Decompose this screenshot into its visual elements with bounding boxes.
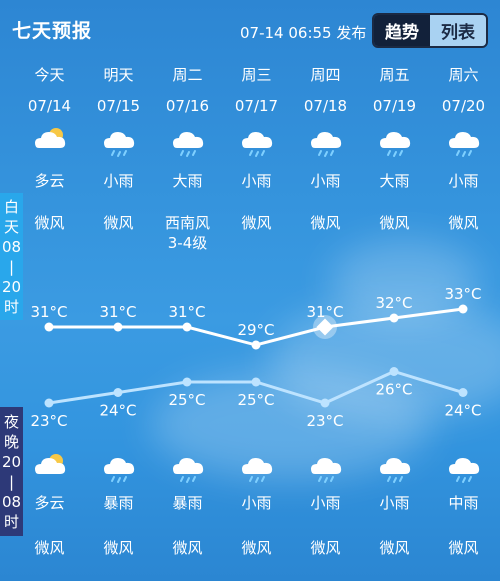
partly-cloudy-sun-icon (15, 450, 84, 484)
tab-list[interactable]: 列表 (430, 15, 486, 46)
day-date: 07/15 (96, 97, 141, 115)
low-temp-label: 23°C (30, 412, 67, 430)
day-weather-text: 大雨 (379, 172, 410, 190)
day-wind-level-text (291, 232, 360, 253)
day-weather-text: 大雨 (172, 172, 203, 190)
day-wind-text: 微风 (103, 214, 134, 232)
night-weather-text: 多云 (34, 494, 65, 512)
night-wind-text: 微风 (448, 539, 479, 557)
night-weather-text: 小雨 (379, 494, 410, 512)
rain-cloud-icon (222, 124, 291, 158)
day-weekday: 周五 (379, 66, 410, 84)
tab-trend[interactable]: 趋势 (374, 15, 430, 46)
day-wind-level-text (429, 232, 498, 253)
day-weekday: 明天 (103, 66, 134, 84)
sidebar-label-char: | (8, 257, 15, 276)
page-title: 七天预报 (12, 20, 93, 42)
day-date: 07/18 (303, 97, 348, 115)
night-weather-text: 小雨 (310, 494, 341, 512)
day-weekday: 今天 (34, 66, 65, 84)
night-wind-text: 微风 (310, 539, 341, 557)
day-weekday: 周三 (241, 66, 272, 84)
publish-time: 07-14 06:55 发布 (240, 24, 367, 42)
day-wind-text: 微风 (310, 214, 341, 232)
day-date: 07/16 (165, 97, 210, 115)
weather-forecast-screen: 七天预报 07-14 06:55 发布 趋势 列表 白天 08 | 20 时 夜晚 20 |… (0, 0, 500, 581)
day-weather-text: 小雨 (241, 172, 272, 190)
high-temp-label: 31°C (168, 303, 205, 321)
high-temp-point (182, 322, 192, 332)
low-temp-point (113, 388, 123, 397)
night-weather-text: 暴雨 (103, 494, 134, 512)
low-temp-point (44, 398, 54, 408)
rain-cloud-icon (360, 450, 429, 484)
day-wind-level-text (222, 232, 291, 253)
day-wind-level-text (15, 232, 84, 253)
partly-cloudy-sun-icon (15, 124, 84, 158)
rain-cloud-icon (291, 450, 360, 484)
header: 七天预报 07-14 06:55 发布 趋势 列表 (0, 0, 500, 60)
day-weather-text: 小雨 (310, 172, 341, 190)
day-weather-text: 多云 (34, 172, 65, 190)
day-wind-text: 微风 (448, 214, 479, 232)
night-wind-text: 微风 (379, 539, 410, 557)
sidebar-label-char: 时 (3, 512, 19, 531)
night-weather-text: 暴雨 (172, 494, 203, 512)
night-wind-text: 微风 (34, 539, 65, 557)
day-wind-level-text (84, 232, 153, 253)
rain-cloud-icon (153, 450, 222, 484)
high-temp-point (113, 322, 123, 332)
night-wind-text: 微风 (172, 539, 203, 557)
day-weekday: 周四 (310, 66, 341, 84)
night-wind-text: 微风 (103, 539, 134, 557)
day-wind-text: 微风 (34, 214, 65, 232)
rain-cloud-icon (429, 124, 498, 158)
night-wind-text: 微风 (241, 539, 272, 557)
low-temp-label: 24°C (99, 402, 136, 420)
day-wind-text: 微风 (241, 214, 272, 232)
day-weather-text: 小雨 (448, 172, 479, 190)
day-date: 07/20 (441, 97, 486, 115)
sidebar-label-char: | (8, 472, 15, 491)
rain-cloud-icon (429, 450, 498, 484)
day-date: 07/19 (372, 97, 417, 115)
day-date: 07/14 (27, 97, 72, 115)
rain-cloud-icon (84, 124, 153, 158)
day-wind-text: 西南风 (164, 214, 210, 232)
night-weather-text: 小雨 (241, 494, 272, 512)
rain-cloud-icon (153, 124, 222, 158)
high-temp-point (251, 340, 261, 350)
rain-cloud-icon (222, 450, 291, 484)
sidebar-label-char: 20 (1, 277, 22, 296)
day-weekday: 周六 (448, 66, 479, 84)
sidebar-label-char: 夜 (3, 412, 19, 431)
sidebar-label-char: 晚 (3, 432, 19, 451)
day-weekday: 周二 (172, 66, 203, 84)
day-weather-text: 小雨 (103, 172, 134, 190)
day-wind-level-text (360, 232, 429, 253)
rain-cloud-icon (84, 450, 153, 484)
high-temp-point (44, 322, 54, 332)
high-temp-label: 31°C (99, 303, 136, 321)
rain-cloud-icon (291, 124, 360, 158)
view-toggle: 趋势 列表 (372, 13, 488, 48)
sidebar-label-char: 时 (3, 297, 19, 316)
night-weather-text: 中雨 (448, 494, 479, 512)
day-wind-level-text: 3-4级 (167, 234, 208, 252)
high-temp-label: 31°C (30, 303, 67, 321)
high-temp-label: 29°C (237, 321, 274, 339)
day-date: 07/17 (234, 97, 279, 115)
day-wind-text: 微风 (379, 214, 410, 232)
rain-cloud-icon (360, 124, 429, 158)
